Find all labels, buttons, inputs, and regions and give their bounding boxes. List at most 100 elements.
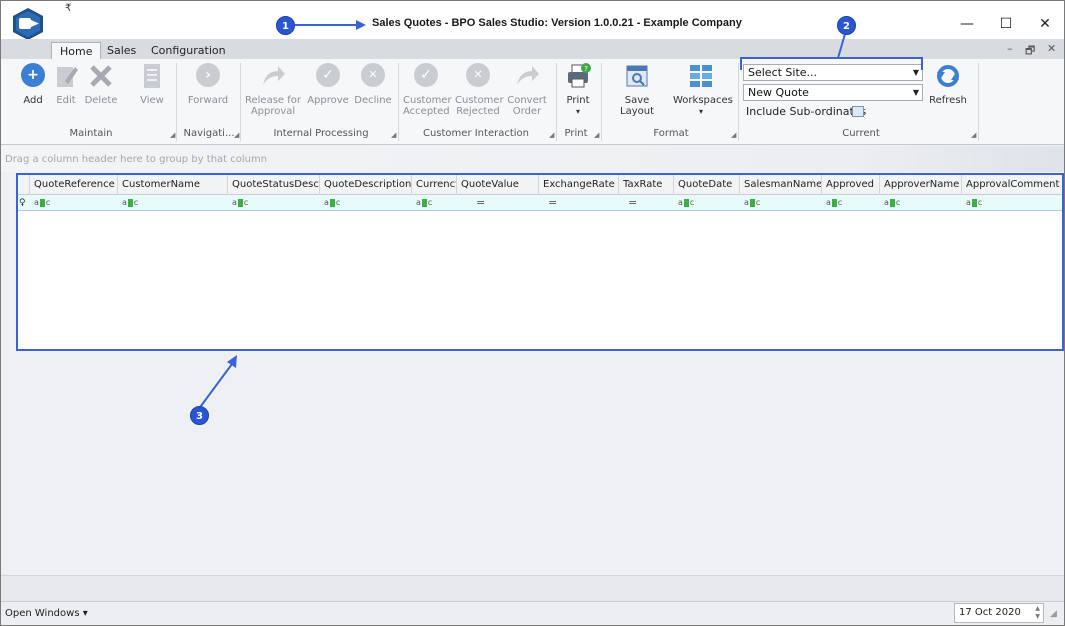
rejected-x-icon: ✕: [466, 63, 490, 87]
refresh-button[interactable]: Refresh: [927, 63, 969, 106]
group-by-panel[interactable]: Drag a column header here to group by th…: [1, 146, 1064, 172]
tab-home[interactable]: Home: [51, 42, 102, 60]
accepted-check-icon: ✓: [414, 63, 438, 87]
quotes-grid[interactable]: QuoteReference CustomerName QuoteStatusD…: [16, 173, 1064, 351]
filter-exchange-rate[interactable]: =: [544, 195, 557, 211]
print-launcher-icon[interactable]: ◢: [594, 131, 599, 139]
row-indicator-header: [18, 175, 30, 195]
filter-tax-rate[interactable]: =: [624, 195, 637, 211]
filter-approved[interactable]: ac: [822, 195, 842, 211]
filter-salesman-name[interactable]: ac: [740, 195, 760, 211]
workspaces-button[interactable]: Workspaces ▾: [673, 63, 733, 117]
title-bar: ₹ Sales Quotes - BPO Sales Studio: Versi…: [1, 1, 1065, 41]
filter-currency[interactable]: ac: [412, 195, 432, 211]
group-label-format: Format: [653, 128, 689, 139]
quick-access-dropdown[interactable]: ₹: [65, 3, 71, 14]
column-header-currency[interactable]: Currency: [412, 175, 457, 195]
customer-rejected-button[interactable]: ✕ Customer Rejected: [455, 63, 504, 117]
close-button[interactable]: ✕: [1025, 14, 1065, 34]
window-title: Sales Quotes - BPO Sales Studio: Version…: [372, 17, 742, 29]
print-button[interactable]: ? Print ▾: [561, 63, 595, 117]
approve-button[interactable]: ✓ Approve: [307, 63, 349, 106]
convert-arrow-icon: [514, 63, 540, 89]
open-windows-dropdown[interactable]: Open Windows ▾: [5, 608, 88, 619]
view-button[interactable]: View: [137, 63, 167, 106]
column-header-customer-name[interactable]: CustomerName: [118, 175, 228, 195]
forward-button[interactable]: › Forward: [185, 63, 231, 106]
column-header-quote-value[interactable]: QuoteValue: [457, 175, 539, 195]
contains-filter-icon: ac: [744, 198, 761, 207]
column-header-approved[interactable]: Approved: [822, 175, 880, 195]
quote-mode-value: New Quote: [748, 86, 809, 99]
grid-header-row: QuoteReference CustomerName QuoteStatusD…: [18, 175, 1062, 195]
workspaces-icon: [688, 63, 714, 89]
column-header-quote-description[interactable]: QuoteDescription: [320, 175, 412, 195]
release-for-approval-button[interactable]: Release for Approval: [245, 63, 301, 117]
site-select[interactable]: Select Site... ▼: [743, 64, 923, 81]
internal-processing-launcher-icon[interactable]: ◢: [391, 131, 396, 139]
approve-check-icon: ✓: [316, 63, 340, 87]
contains-filter-icon: ac: [122, 198, 139, 207]
add-icon: +: [21, 63, 45, 87]
column-header-quote-reference[interactable]: QuoteReference: [30, 175, 118, 195]
minimize-button[interactable]: —: [947, 14, 987, 34]
filter-quote-date[interactable]: ac: [674, 195, 694, 211]
maximize-button[interactable]: ☐: [986, 14, 1026, 34]
mdi-close-button[interactable]: ✕: [1047, 42, 1056, 55]
group-label-customer-interaction: Customer Interaction: [422, 128, 529, 139]
tab-configuration[interactable]: Configuration: [143, 42, 234, 60]
contains-filter-icon: ac: [324, 198, 341, 207]
group-separator: [556, 63, 557, 141]
decline-button[interactable]: ✕ Decline: [353, 63, 393, 106]
delete-button[interactable]: Delete: [83, 63, 119, 106]
filter-approval-comment[interactable]: ac: [962, 195, 982, 211]
filter-quote-reference[interactable]: ac: [30, 195, 50, 211]
contains-filter-icon: ac: [678, 198, 695, 207]
contains-filter-icon: ac: [34, 198, 51, 207]
column-header-quote-date[interactable]: QuoteDate: [674, 175, 740, 195]
tab-sales[interactable]: Sales: [99, 42, 144, 60]
add-button[interactable]: + Add: [13, 63, 53, 106]
column-header-exchange-rate[interactable]: ExchangeRate: [539, 175, 619, 195]
include-subordinates-checkbox[interactable]: [852, 106, 864, 117]
convert-order-button[interactable]: Convert Order: [507, 63, 547, 117]
customer-interaction-launcher-icon[interactable]: ◢: [549, 131, 554, 139]
contains-filter-icon: ac: [966, 198, 983, 207]
callout-badge-1: 1: [276, 16, 295, 35]
column-header-approver-name[interactable]: ApproverName: [880, 175, 962, 195]
column-header-salesman-name[interactable]: SalesmanName: [740, 175, 822, 195]
edit-button[interactable]: Edit: [51, 63, 81, 106]
contains-filter-icon: ac: [416, 198, 433, 207]
save-layout-button[interactable]: Save Layout: [607, 63, 667, 117]
filter-quote-status-desc[interactable]: ac: [228, 195, 248, 211]
date-field[interactable]: 17 Oct 2020 ▲ ▼: [954, 603, 1044, 623]
filter-customer-name[interactable]: ac: [118, 195, 138, 211]
column-header-tax-rate[interactable]: TaxRate: [619, 175, 674, 195]
date-spinner-icon[interactable]: ▲ ▼: [1035, 605, 1040, 621]
edit-icon: [53, 63, 79, 89]
filter-quote-description[interactable]: ac: [320, 195, 340, 211]
app-logo-icon[interactable]: [11, 7, 45, 41]
filter-quote-value[interactable]: =: [472, 195, 485, 211]
current-launcher-icon[interactable]: ◢: [971, 131, 976, 139]
chevron-down-icon: ▼: [912, 68, 919, 77]
customer-accepted-button[interactable]: ✓ Customer Accepted: [403, 63, 452, 117]
maintain-launcher-icon[interactable]: ◢: [170, 131, 175, 139]
group-by-hint: Drag a column header here to group by th…: [5, 154, 268, 165]
ribbon-tabs: Home Sales Configuration – 🗗 ✕: [1, 39, 1064, 60]
resize-grip-icon[interactable]: ◢: [1050, 609, 1057, 619]
navigation-launcher-icon[interactable]: ◢: [234, 131, 239, 139]
group-label-current: Current: [842, 128, 880, 139]
group-separator: [738, 63, 739, 141]
filter-approver-name[interactable]: ac: [880, 195, 900, 211]
ribbon: + Add Edit Delete View Maintain ◢ › Forw…: [1, 59, 1064, 145]
auto-filter-row[interactable]: ac ac ac ac ac = = = ac ac ac ac ac: [18, 195, 1062, 211]
status-bar: Open Windows ▾: [1, 601, 1064, 625]
column-header-approval-comment[interactable]: ApprovalComment: [962, 175, 1062, 195]
group-label-navigation: Navigati...: [183, 128, 235, 139]
quote-mode-select[interactable]: New Quote ▼: [743, 84, 923, 101]
format-launcher-icon[interactable]: ◢: [731, 131, 736, 139]
column-header-quote-status-desc[interactable]: QuoteStatusDesc: [228, 175, 320, 195]
mdi-minimize-button[interactable]: –: [1007, 42, 1013, 55]
site-select-value: Select Site...: [748, 66, 818, 79]
